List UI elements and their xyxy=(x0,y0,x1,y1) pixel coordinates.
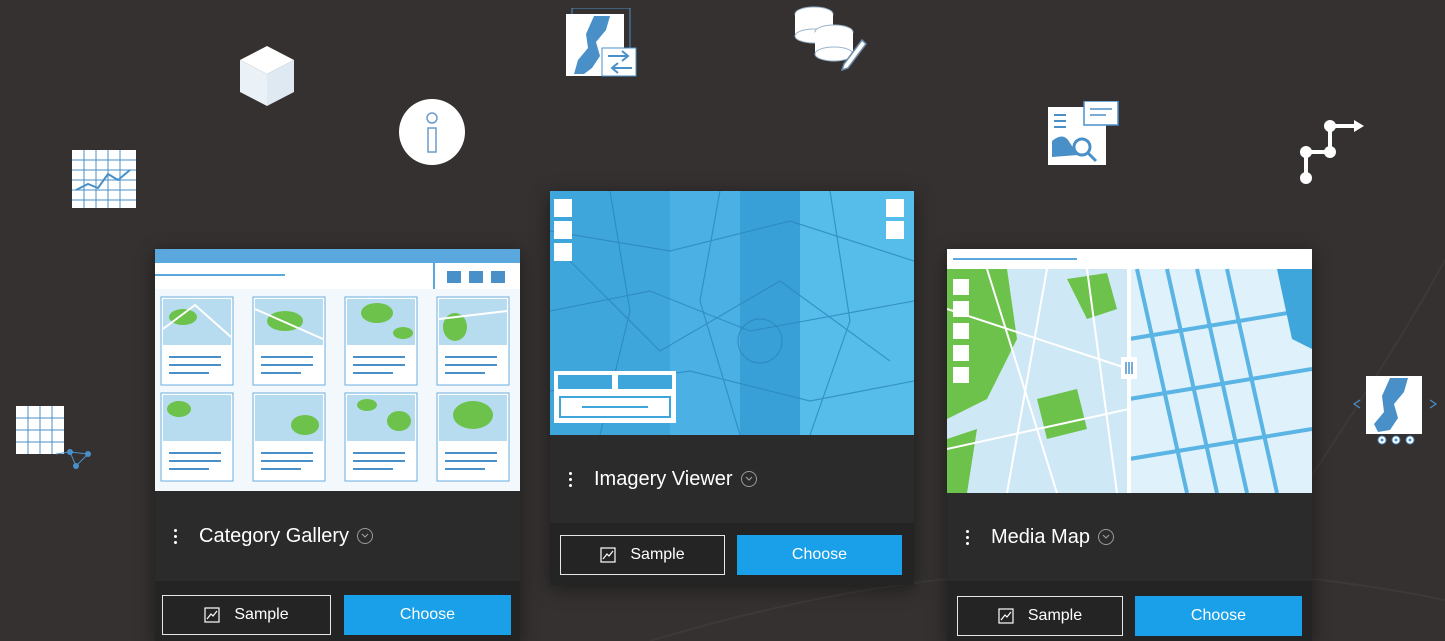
sample-button[interactable]: Sample xyxy=(162,595,331,635)
card-title: Media Map xyxy=(991,525,1090,548)
chevron-down-icon[interactable] xyxy=(357,528,374,544)
sample-map-icon xyxy=(998,608,1014,624)
chart-table-icon xyxy=(72,150,136,213)
choose-button[interactable]: Choose xyxy=(737,535,902,575)
more-options-icon[interactable] xyxy=(955,525,979,549)
template-card-category-gallery[interactable]: Category Gallery Sample Choose xyxy=(155,249,520,641)
map-carousel-icon xyxy=(1350,374,1440,453)
choose-button[interactable]: Choose xyxy=(344,595,511,635)
route-icon xyxy=(1298,118,1368,193)
grid-network-icon xyxy=(16,406,94,475)
cube-icon xyxy=(238,44,296,113)
sample-map-icon xyxy=(204,607,220,623)
choose-button[interactable]: Choose xyxy=(1135,596,1302,636)
card-title: Category Gallery xyxy=(199,524,350,547)
card-title-row: Imagery Viewer xyxy=(550,435,914,523)
card-title-row: Media Map xyxy=(947,493,1312,581)
sample-button[interactable]: Sample xyxy=(560,535,725,575)
more-options-icon[interactable] xyxy=(163,524,187,548)
database-edit-icon xyxy=(794,6,868,79)
map-swap-icon xyxy=(566,7,640,83)
sample-button[interactable]: Sample xyxy=(957,596,1123,636)
template-card-media-map[interactable]: Media Map Sample Choose xyxy=(947,249,1312,641)
document-search-icon xyxy=(1048,100,1120,172)
chevron-down-icon[interactable] xyxy=(1097,529,1114,545)
sample-button-label: Sample xyxy=(234,606,289,623)
template-card-imagery-viewer[interactable]: Imagery Viewer Sample Choose xyxy=(550,191,914,585)
card-actions: Sample Choose xyxy=(155,581,520,641)
sample-button-label: Sample xyxy=(630,546,685,563)
imagery-viewer-preview xyxy=(550,191,914,435)
info-icon xyxy=(398,98,466,171)
category-gallery-preview xyxy=(155,249,520,491)
more-options-icon[interactable] xyxy=(558,467,582,491)
card-title-row: Category Gallery xyxy=(155,491,520,581)
card-actions: Sample Choose xyxy=(550,523,914,585)
card-actions: Sample Choose xyxy=(947,581,1312,641)
media-map-preview xyxy=(947,249,1312,493)
chevron-down-icon[interactable] xyxy=(740,471,757,487)
sample-button-label: Sample xyxy=(1027,607,1083,624)
sample-map-icon xyxy=(600,547,616,563)
card-title: Imagery Viewer xyxy=(594,467,733,490)
